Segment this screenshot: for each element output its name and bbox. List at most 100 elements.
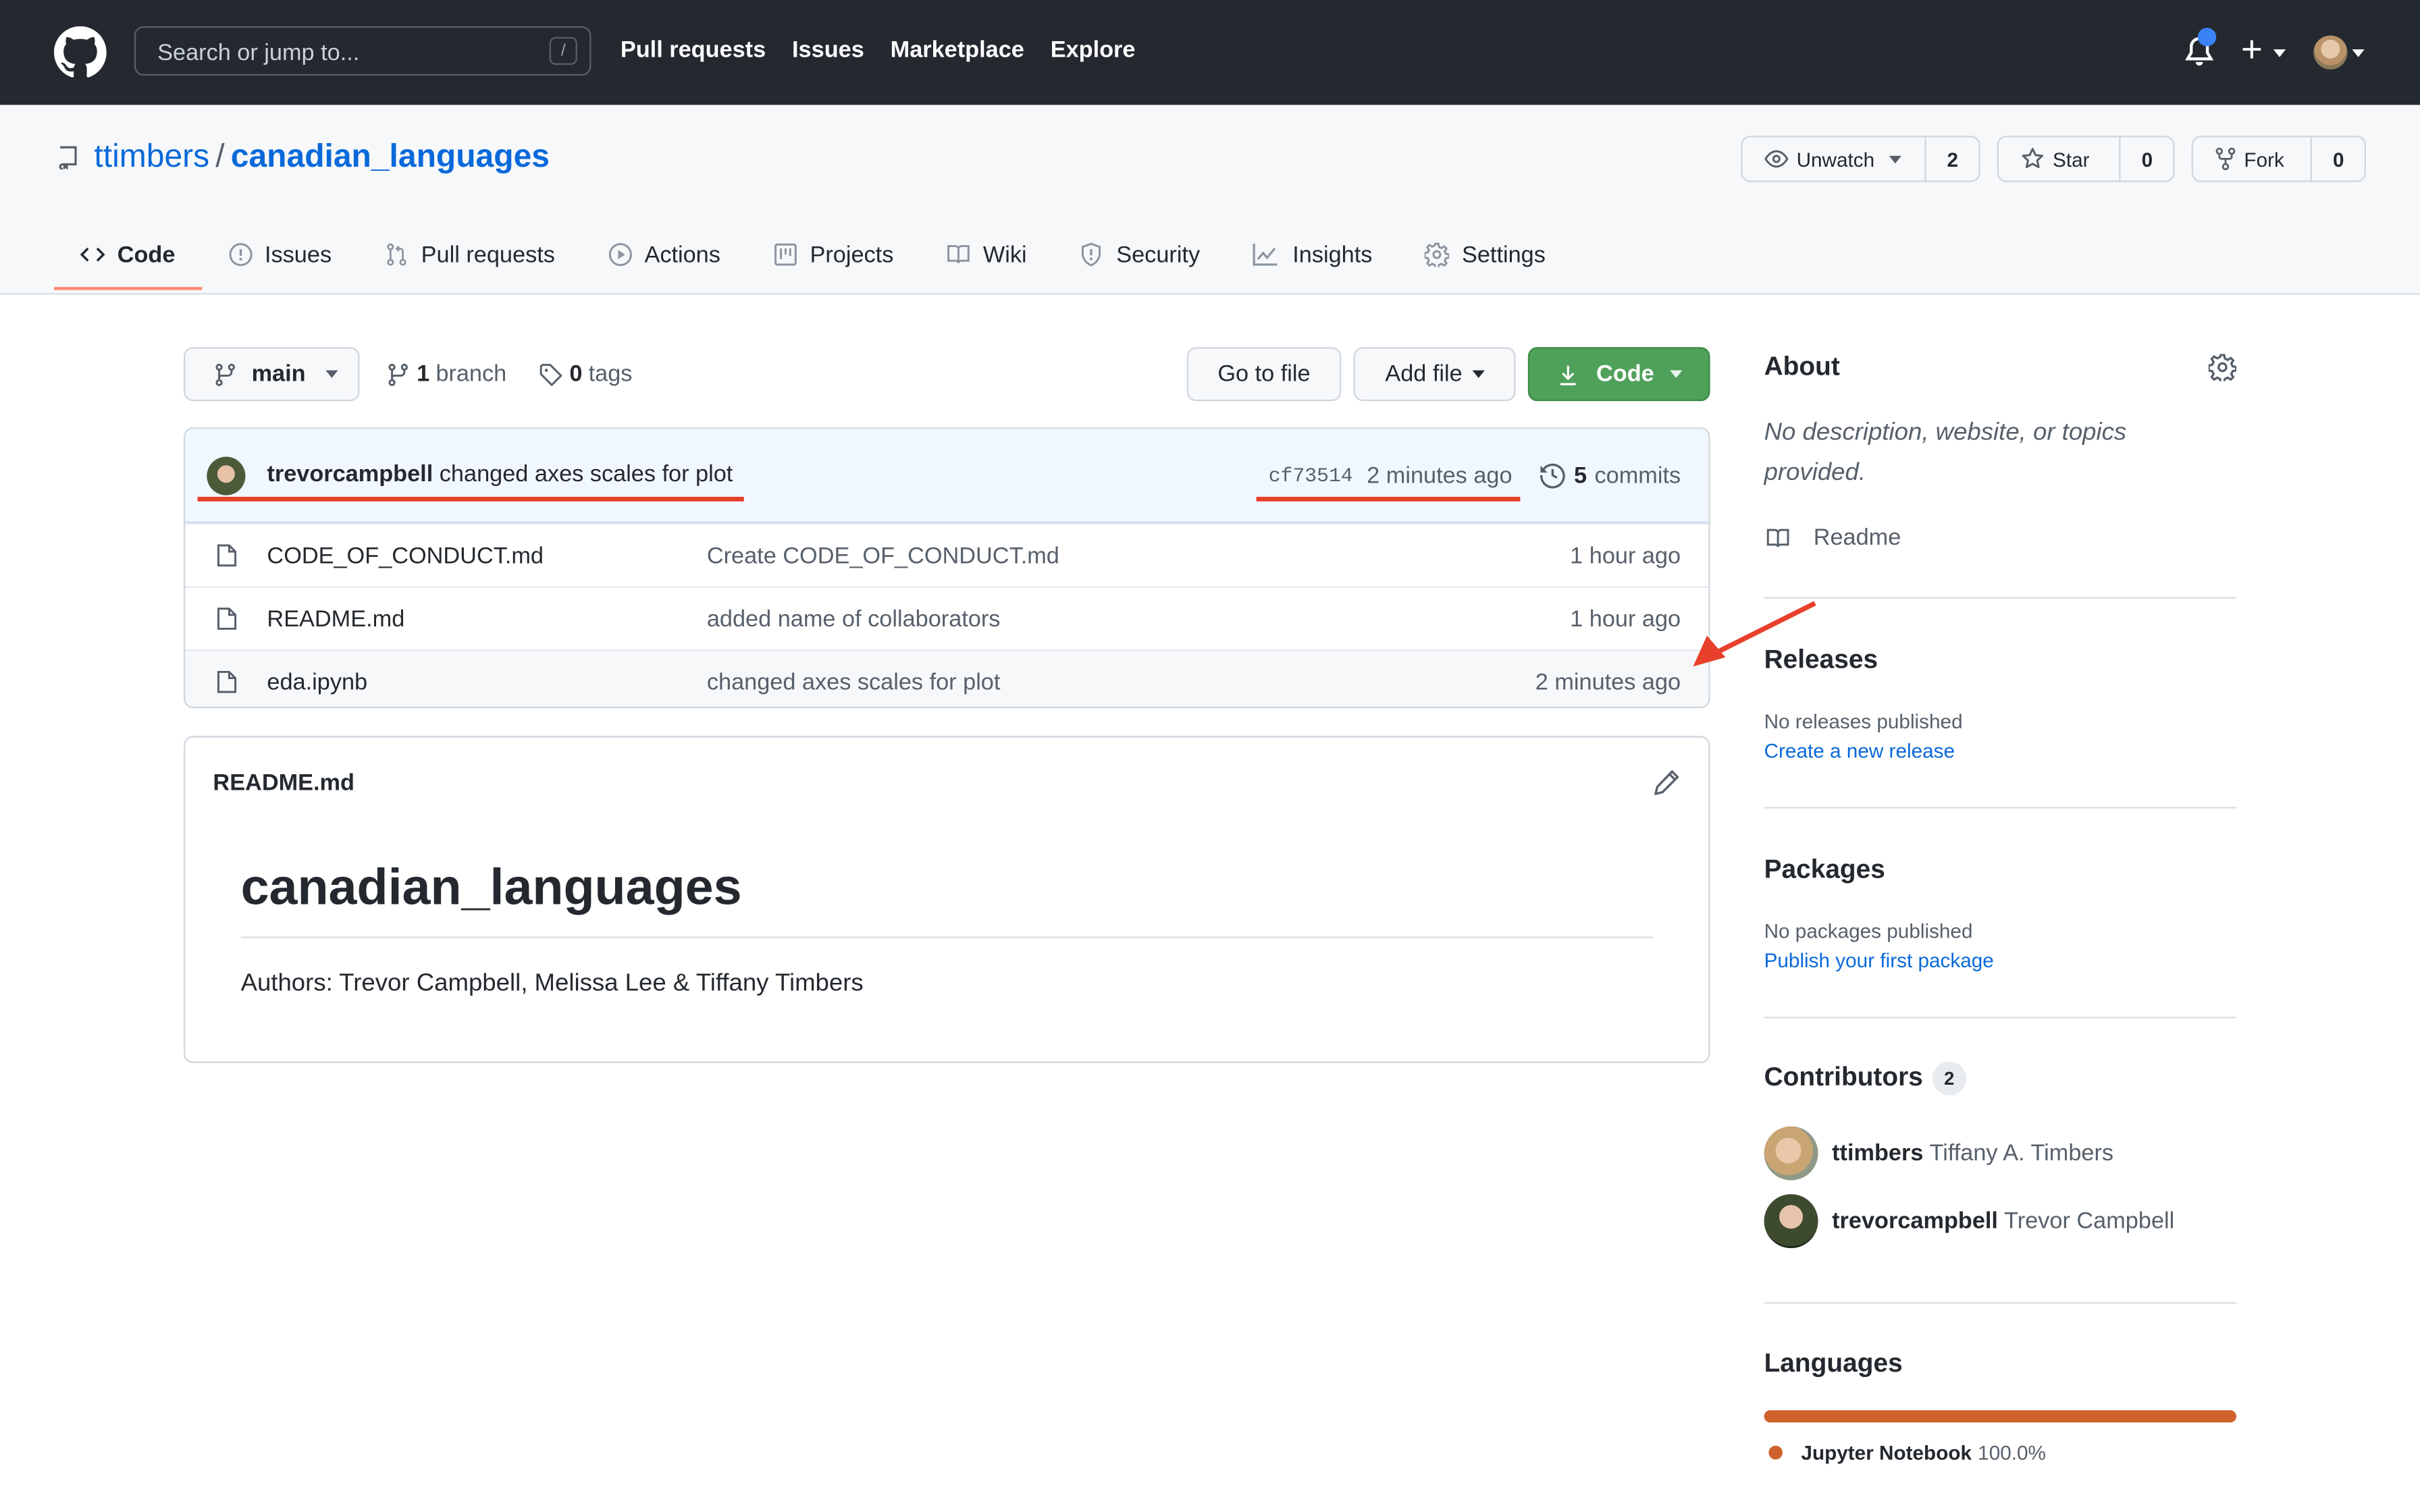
watch-button-group: Unwatch 2	[1741, 136, 1980, 182]
code-label: Code	[1596, 360, 1654, 387]
packages-section: Packages No packages published Publish y…	[1764, 855, 2236, 972]
create-new-plus-icon[interactable]: +	[2241, 28, 2263, 74]
commit-author-avatar[interactable]	[207, 456, 246, 495]
edit-pencil-icon[interactable]	[1653, 768, 1681, 796]
repo-name-link[interactable]: canadian_languages	[231, 139, 550, 175]
contributor-item[interactable]: ttimbers Tiffany A. Timbers	[1764, 1126, 2113, 1181]
create-new-caret-icon[interactable]	[2273, 49, 2286, 57]
contributor-avatar[interactable]	[1764, 1126, 1818, 1181]
packages-title[interactable]: Packages	[1764, 855, 2236, 886]
nav-pull-requests[interactable]: Pull requests	[621, 37, 766, 63]
file-commit-message-link[interactable]: added name of collaborators	[707, 605, 1001, 632]
commit-message-link[interactable]: changed axes scales for plot	[440, 461, 733, 487]
commit-sha-link[interactable]: cf73514	[1269, 464, 1353, 487]
tab-label: Wiki	[982, 241, 1027, 268]
search-input[interactable]: Search or jump to... /	[134, 26, 591, 76]
releases-section: Releases No releases published Create a …	[1764, 645, 2236, 762]
play-icon	[608, 243, 631, 267]
commit-author-link[interactable]: trevorcampbell	[267, 461, 433, 487]
forks-count[interactable]: 0	[2313, 137, 2365, 180]
tab-code[interactable]: Code	[53, 219, 201, 290]
unwatch-label: Unwatch	[1796, 147, 1875, 171]
file-icon	[217, 544, 237, 567]
contributors-section: Contributors 2	[1764, 1061, 2236, 1096]
file-name-link[interactable]: README.md	[267, 605, 404, 632]
sidebar-divider	[1764, 1017, 2236, 1019]
tags-link[interactable]: 0 tags	[539, 360, 633, 387]
download-icon	[1560, 364, 1577, 385]
commit-history-link[interactable]: 5 commits	[1538, 461, 1681, 489]
commit-count: 5	[1573, 462, 1587, 489]
branch-icon	[215, 362, 235, 385]
tab-label: Projects	[810, 241, 894, 268]
branch-select-button[interactable]: main	[183, 347, 360, 402]
tab-settings[interactable]: Settings	[1398, 219, 1571, 290]
contributor-item[interactable]: trevorcampbell Trevor Campbell	[1764, 1194, 2175, 1249]
add-file-button[interactable]: Add file	[1353, 347, 1516, 402]
fork-label: Fork	[2244, 147, 2284, 171]
language-percent: 100.0%	[1978, 1440, 2046, 1465]
notification-indicator	[2197, 28, 2217, 47]
readme-sidebar-label: Readme	[1813, 524, 1901, 551]
tab-projects[interactable]: Projects	[747, 219, 920, 290]
readme-sidebar-link[interactable]: Readme	[1764, 524, 1901, 551]
file-commit-message-link[interactable]: changed axes scales for plot	[707, 669, 1001, 695]
file-age: 1 hour ago	[1570, 542, 1681, 569]
nav-explore[interactable]: Explore	[1051, 37, 1136, 63]
watchers-count[interactable]: 2	[1926, 137, 1978, 180]
language-bar-segment	[1764, 1410, 2236, 1423]
tab-actions[interactable]: Actions	[581, 219, 747, 290]
file-name-link[interactable]: CODE_OF_CONDUCT.md	[267, 542, 544, 568]
sidebar-divider	[1764, 597, 2236, 599]
file-row[interactable]: eda.ipynb changed axes scales for plot 2…	[185, 649, 1709, 707]
latest-commit-message: trevorcampbell changed axes scales for p…	[267, 461, 733, 487]
commit-age: 2 minutes ago	[1367, 462, 1512, 489]
star-label: Star	[2052, 147, 2090, 171]
contributor-name: Trevor Campbell	[2004, 1208, 2175, 1235]
code-download-button[interactable]: Code	[1527, 347, 1710, 402]
file-name-link[interactable]: eda.ipynb	[267, 669, 367, 695]
user-avatar[interactable]	[2313, 35, 2348, 70]
unwatch-button[interactable]: Unwatch	[1743, 137, 1927, 181]
caret-down-icon	[1471, 370, 1484, 378]
language-item[interactable]: Jupyter Notebook 100.0%	[1768, 1441, 2046, 1464]
github-logo-icon[interactable]	[53, 26, 107, 79]
tab-issues[interactable]: Issues	[201, 219, 358, 290]
tag-icon	[540, 362, 562, 385]
commit-meta: cf73514 2 minutes ago 5 commits	[1269, 461, 1681, 489]
gear-icon[interactable]	[2208, 353, 2236, 381]
readme-panel: README.md canadian_languages Authors: Tr…	[183, 736, 1710, 1063]
readme-divider	[240, 936, 1653, 938]
tab-pull-requests[interactable]: Pull requests	[358, 219, 581, 290]
caret-down-icon	[1669, 370, 1682, 378]
branches-link[interactable]: 1 branch	[386, 361, 506, 387]
tag-label: tags	[588, 360, 633, 387]
contributor-avatar[interactable]	[1764, 1194, 1818, 1249]
stars-count[interactable]: 0	[2121, 137, 2173, 180]
readme-heading: canadian_languages	[240, 857, 742, 915]
annotation-underline-commit-message	[197, 496, 744, 502]
tab-security[interactable]: Security	[1053, 219, 1226, 290]
publish-package-link[interactable]: Publish your first package	[1764, 949, 2236, 972]
nav-issues[interactable]: Issues	[792, 37, 864, 63]
create-release-link[interactable]: Create a new release	[1764, 739, 2236, 762]
readme-filename: README.md	[213, 770, 354, 796]
repo-owner-link[interactable]: ttimbers	[94, 139, 209, 175]
gear-icon	[1425, 242, 1450, 267]
star-button[interactable]: Star	[1999, 137, 2122, 181]
file-row[interactable]: README.md added name of collaborators 1 …	[185, 586, 1709, 650]
file-commit-message-link[interactable]: Create CODE_OF_CONDUCT.md	[707, 542, 1059, 568]
branch-name: main	[251, 360, 306, 387]
fork-icon	[2215, 147, 2236, 171]
language-name: Jupyter Notebook	[1801, 1440, 1972, 1465]
tab-insights[interactable]: Insights	[1226, 219, 1398, 290]
tab-wiki[interactable]: Wiki	[920, 219, 1053, 290]
file-row[interactable]: CODE_OF_CONDUCT.md Create CODE_OF_CONDUC…	[185, 522, 1709, 587]
nav-marketplace[interactable]: Marketplace	[891, 37, 1024, 63]
user-menu-caret-icon[interactable]	[2352, 49, 2365, 57]
releases-title[interactable]: Releases	[1764, 645, 2236, 676]
contributors-title[interactable]: Contributors 2	[1764, 1061, 2236, 1096]
go-to-file-button[interactable]: Go to file	[1186, 347, 1342, 402]
fork-button[interactable]: Fork	[2193, 137, 2313, 181]
shield-icon	[1082, 242, 1101, 267]
